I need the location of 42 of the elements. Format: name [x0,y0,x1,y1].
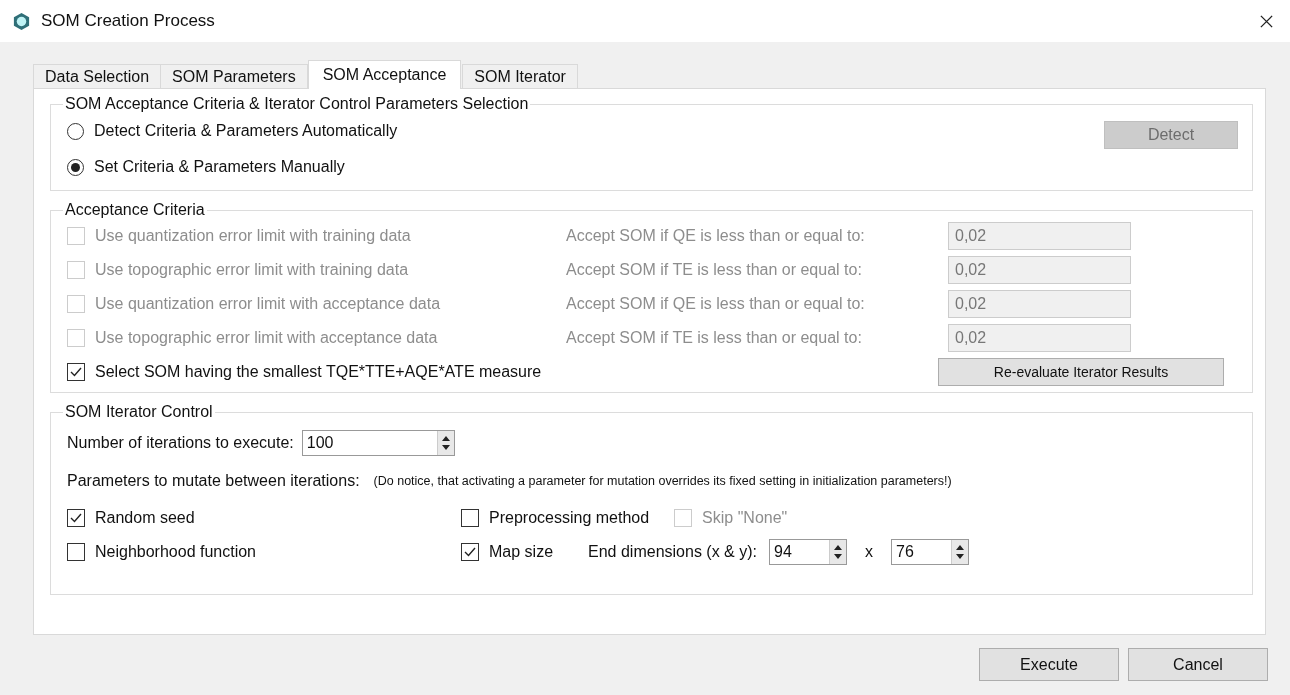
checkbox-label: Random seed [95,509,195,527]
times-label: x [865,543,873,561]
dimensions-label: End dimensions (x & y): [588,543,757,561]
checkbox-label: Use topographic error limit with training data [95,261,410,279]
condition-label: Accept SOM if TE is less than or equal to: [566,329,863,347]
group-title: Acceptance Criteria [64,201,206,219]
dialog-button[interactable]: Cancel [1128,648,1268,681]
checkbox-label: Select SOM having the smallest TQE*TTE+AQE*ATE measure [95,363,543,381]
mutate-label: Parameters to mutate between iterations: [67,472,360,490]
mutation-note: (Do notice, that activating a parameter for mutation overrides its fixed setting in initialization parameters!) [373,474,952,488]
dialog-button[interactable]: Execute [979,648,1119,681]
group-title: SOM Acceptance Criteria & Iterator Control Parameters Selection [64,95,530,113]
checkbox[interactable] [67,543,85,561]
iterations-spinner[interactable]: 100 [301,430,455,456]
condition-label: Accept SOM if QE is less than or equal to: [566,295,866,313]
height-spinner[interactable]: 76 [891,539,969,565]
close-icon[interactable] [1259,13,1274,29]
tab[interactable]: SOM Parameters [160,64,308,88]
checkbox[interactable] [461,509,479,527]
re-evaluate-button[interactable]: Re-evaluate Iterator Results [938,358,1224,386]
tab[interactable]: SOM Iterator [462,64,578,88]
radio-label: Set Criteria & Parameters Manually [94,158,345,176]
window-title: SOM Creation Process [41,11,215,31]
tab[interactable]: Data Selection [33,64,162,88]
app-icon [12,11,31,31]
checkbox-label: Use quantization error limit with acceptance data [95,295,442,313]
iterations-label: Number of iterations to execute: [67,434,294,452]
condition-label: Accept SOM if QE is less than or equal to: [566,227,866,245]
condition-label: Accept SOM if TE is less than or equal to: [566,261,863,279]
checkbox-label: Neighborhood function [95,543,256,561]
checkbox[interactable] [67,509,85,527]
checkbox-label: Use topographic error limit with acceptance data [95,329,439,347]
checkbox-label: Skip "None" [702,509,788,527]
checkbox[interactable] [67,363,85,381]
group-title: SOM Iterator Control [64,403,214,421]
checkbox-label: Preprocessing method [489,509,650,527]
tab[interactable]: SOM Acceptance [307,60,462,89]
width-spinner[interactable]: 94 [769,539,847,565]
checkbox-label: Map size [489,543,554,561]
radio-label: Detect Criteria & Parameters Automatically [94,122,398,140]
checkbox-label: Use quantization error limit with training data [95,227,412,245]
checkbox[interactable] [461,543,479,561]
